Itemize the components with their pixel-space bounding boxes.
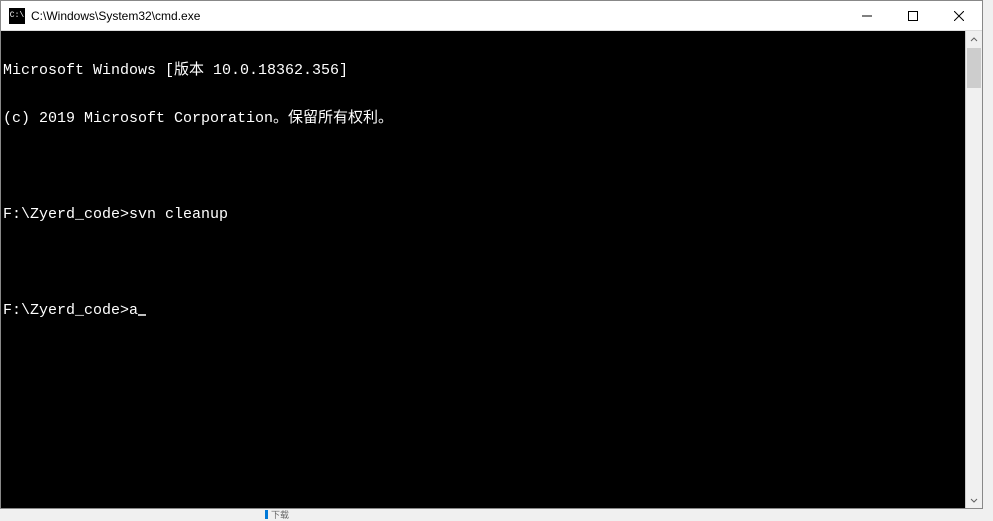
terminal-area: Microsoft Windows [版本 10.0.18362.356] (c… — [1, 31, 982, 508]
vertical-scrollbar[interactable] — [965, 31, 982, 508]
terminal-prompt-line: F:\Zyerd_code>a — [3, 303, 965, 319]
window-title: C:\Windows\System32\cmd.exe — [31, 9, 844, 23]
minimize-icon — [862, 11, 872, 21]
maximize-button[interactable] — [890, 1, 936, 30]
terminal-line — [3, 159, 965, 175]
terminal-line — [3, 255, 965, 271]
terminal-prompt-text: F:\Zyerd_code>a — [3, 302, 138, 319]
close-icon — [954, 11, 964, 21]
terminal-line: (c) 2019 Microsoft Corporation。保留所有权利。 — [3, 111, 965, 127]
terminal-line: Microsoft Windows [版本 10.0.18362.356] — [3, 63, 965, 79]
minimize-button[interactable] — [844, 1, 890, 30]
taskbar-fragment: 下载 — [265, 509, 305, 519]
close-button[interactable] — [936, 1, 982, 30]
chevron-down-icon — [970, 496, 978, 504]
scroll-track[interactable] — [966, 48, 982, 491]
terminal-output[interactable]: Microsoft Windows [版本 10.0.18362.356] (c… — [1, 31, 965, 508]
cmd-window: C:\ C:\Windows\System32\cmd.exe Microsof… — [0, 0, 983, 509]
scroll-down-button[interactable] — [966, 491, 982, 508]
titlebar[interactable]: C:\ C:\Windows\System32\cmd.exe — [1, 1, 982, 31]
maximize-icon — [908, 11, 918, 21]
window-controls — [844, 1, 982, 30]
chevron-up-icon — [970, 36, 978, 44]
cmd-icon: C:\ — [9, 8, 25, 24]
taskbar-indicator — [265, 510, 268, 519]
terminal-cursor — [138, 314, 146, 316]
scroll-thumb[interactable] — [967, 48, 981, 88]
scroll-up-button[interactable] — [966, 31, 982, 48]
terminal-line: F:\Zyerd_code>svn cleanup — [3, 207, 965, 223]
